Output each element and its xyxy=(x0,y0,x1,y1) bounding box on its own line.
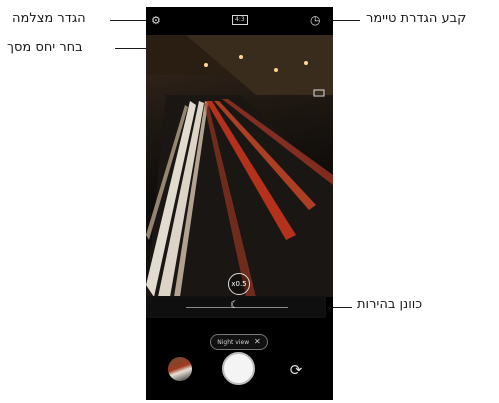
callout-ratio: בחר יחס מסך xyxy=(7,40,83,55)
camera-top-bar: ⚙ 4:3 ◷ xyxy=(146,7,333,35)
zoom-button[interactable]: x0.5 xyxy=(228,273,250,295)
brightness-slider[interactable]: ☾ xyxy=(146,296,326,318)
mode-chip-label: Night view xyxy=(217,339,250,346)
switch-camera-icon[interactable]: ⟳ xyxy=(285,359,307,381)
phone-screen: ⚙ 4:3 ◷ x0.5 Night view ✕ ⟳ xyxy=(146,7,333,400)
night-view-chip[interactable]: Night view ✕ xyxy=(210,334,268,350)
callout-brightness: כוונן בהירות xyxy=(357,297,423,312)
callout-settings: הגדר מצלמה xyxy=(12,11,86,26)
timer-icon[interactable]: ◷ xyxy=(310,14,320,26)
gallery-thumbnail[interactable] xyxy=(168,357,192,381)
leader-settings xyxy=(110,20,148,21)
shutter-button[interactable] xyxy=(222,352,255,385)
callout-timer: קבע הגדרת טיימר xyxy=(366,11,467,26)
aspect-ratio-icon[interactable]: 4:3 xyxy=(232,15,248,25)
camera-viewfinder[interactable]: x0.5 xyxy=(146,35,333,297)
close-icon[interactable]: ✕ xyxy=(254,337,261,346)
gear-icon[interactable]: ⚙ xyxy=(151,15,161,26)
moon-icon[interactable]: ☾ xyxy=(230,300,239,311)
night-street-image xyxy=(146,35,333,297)
